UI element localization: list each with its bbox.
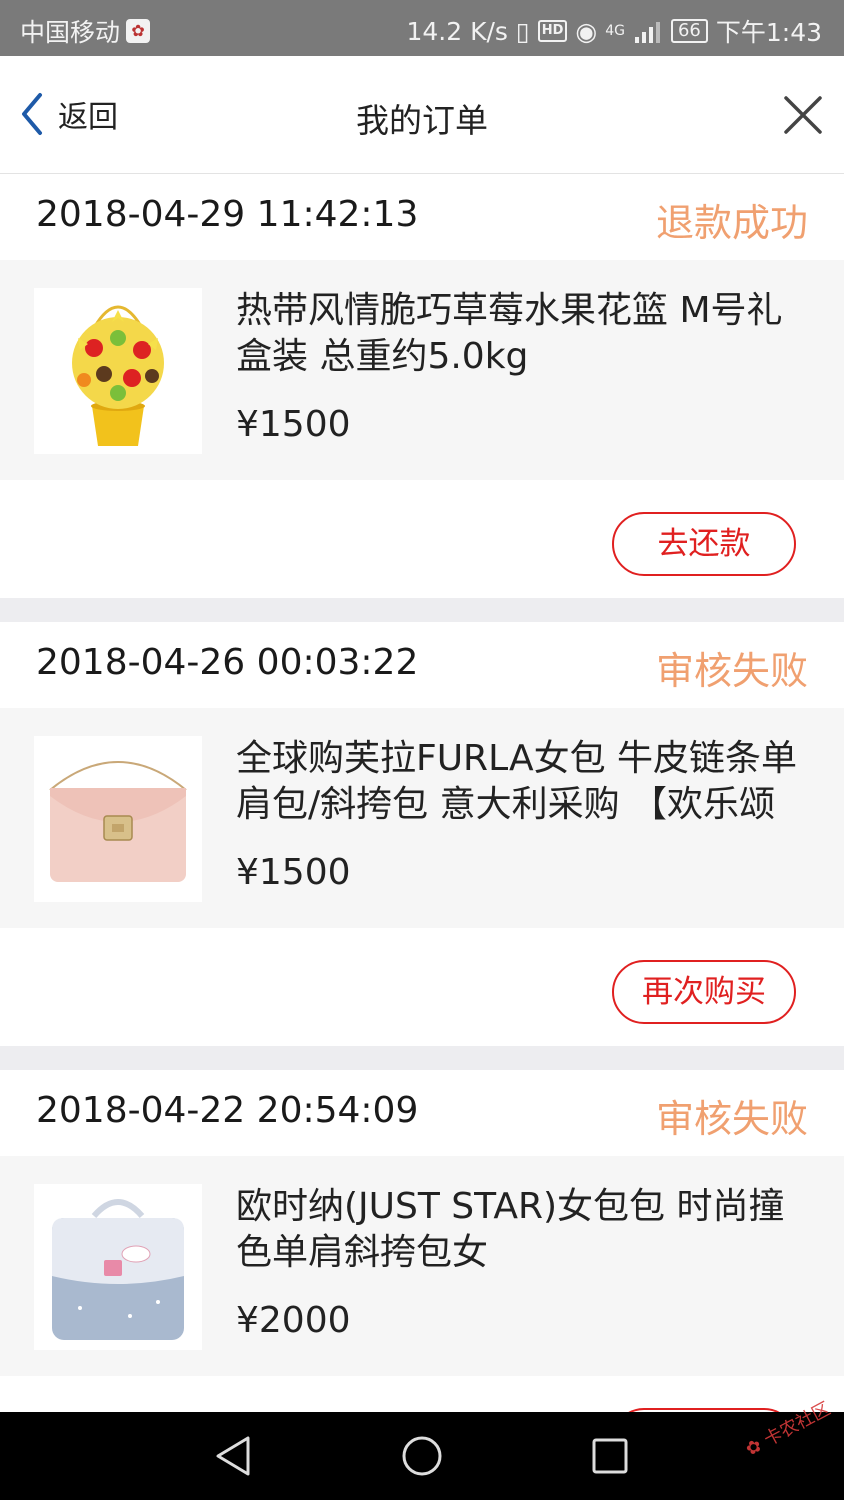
- order-status: 退款成功: [655, 201, 808, 245]
- status-bar: 中国移动 ✿ 14.2 K/s ▯ HD ◉ 4G 66 下午1:43: [0, 0, 844, 56]
- buy-again-button[interactable]: 再次购买: [612, 960, 796, 1024]
- product-name-line-2: 肩包/斜挎包 意大利采购 【欢乐颂: [236, 784, 776, 825]
- order-list[interactable]: 2018-04-29 11:42:13 退款成功 热带风情脆巧草莓水果花篮 M号…: [0, 174, 844, 1412]
- product-price: ¥2000: [236, 1300, 351, 1341]
- system-nav-bar: [0, 1412, 844, 1500]
- battery-icon: 66: [670, 19, 708, 43]
- order-status: 审核失败: [655, 649, 808, 693]
- order-header: 2018-04-26 00:03:22 审核失败: [0, 622, 844, 708]
- vibrate-icon: ▯: [515, 16, 530, 46]
- order-footer: 去还款: [0, 480, 844, 598]
- recents-square-icon[interactable]: [588, 1434, 632, 1478]
- order-header: 2018-04-22 20:54:09 审核失败: [0, 1070, 844, 1156]
- signal-type: 4G: [605, 23, 625, 39]
- product-image-fruit-basket: [34, 288, 202, 454]
- product-name-line-2: 盒装 总重约5.0kg: [236, 336, 529, 377]
- page-title: 我的订单: [356, 101, 488, 140]
- product-name-line-1: 热带风情脆巧草莓水果花篮 M号礼: [236, 290, 783, 331]
- app-notification-icon: ✿: [126, 19, 151, 43]
- product-image-blue-bag: [34, 1184, 202, 1350]
- product-name: 全球购芙拉FURLA女包 牛皮链条单 肩包/斜挎包 意大利采购 【欢乐颂: [236, 736, 844, 828]
- product-price: ¥1500: [236, 404, 351, 445]
- order-status: 审核失败: [655, 1097, 808, 1141]
- product-name-line-1: 欧时纳(JUST STAR)女包包 时尚撞: [236, 1186, 785, 1227]
- order-footer: 再次购买: [0, 928, 844, 1046]
- order-time: 2018-04-29 11:42:13: [36, 194, 419, 235]
- product-price: ¥1500: [236, 852, 351, 893]
- signal-icon: [634, 22, 660, 43]
- eye-icon: ◉: [575, 16, 598, 46]
- order-divider: [0, 1046, 844, 1070]
- order-card: 2018-04-22 20:54:09 审核失败 欧时纳(JUST STAR)女…: [0, 1070, 844, 1412]
- order-footer: [0, 1376, 844, 1412]
- order-item[interactable]: 热带风情脆巧草莓水果花篮 M号礼 盒装 总重约5.0kg ¥1500: [0, 260, 844, 480]
- repay-button[interactable]: 去还款: [612, 512, 796, 576]
- clock: 下午1:43: [715, 18, 822, 47]
- product-name: 欧时纳(JUST STAR)女包包 时尚撞 色单肩斜挎包女: [236, 1184, 844, 1276]
- product-name-line-1: 全球购芙拉FURLA女包 牛皮链条单: [236, 738, 798, 779]
- order-item[interactable]: 全球购芙拉FURLA女包 牛皮链条单 肩包/斜挎包 意大利采购 【欢乐颂 ¥15…: [0, 708, 844, 928]
- product-name: 热带风情脆巧草莓水果花篮 M号礼 盒装 总重约5.0kg: [236, 288, 844, 380]
- order-time: 2018-04-26 00:03:22: [36, 642, 419, 683]
- home-circle-icon[interactable]: [400, 1434, 444, 1478]
- order-item[interactable]: 欧时纳(JUST STAR)女包包 时尚撞 色单肩斜挎包女 ¥2000: [0, 1156, 844, 1376]
- order-time: 2018-04-22 20:54:09: [36, 1090, 419, 1131]
- product-name-line-2: 色单肩斜挎包女: [236, 1232, 489, 1273]
- order-header: 2018-04-29 11:42:13 退款成功: [0, 174, 844, 260]
- nav-bar: 返回 我的订单: [0, 56, 844, 174]
- hd-badge: HD: [537, 20, 568, 42]
- carrier-label: 中国移动: [20, 18, 121, 47]
- product-image-pink-bag: [34, 736, 202, 902]
- back-triangle-icon[interactable]: [212, 1434, 256, 1478]
- order-card: 2018-04-29 11:42:13 退款成功 热带风情脆巧草莓水果花篮 M号…: [0, 174, 844, 598]
- order-card: 2018-04-26 00:03:22 审核失败 全球购芙拉FURLA女包 牛皮…: [0, 622, 844, 1046]
- close-icon[interactable]: [782, 94, 824, 136]
- order-divider: [0, 598, 844, 622]
- net-speed: 14.2 K/s: [406, 16, 508, 46]
